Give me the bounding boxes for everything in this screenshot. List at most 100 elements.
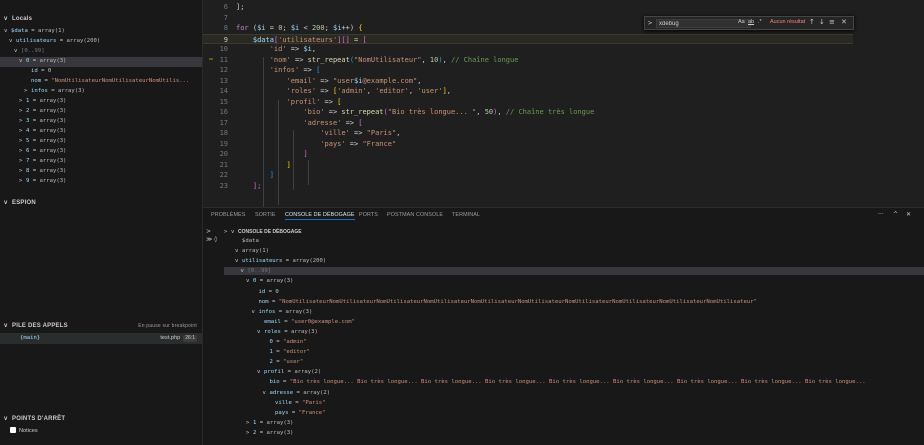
chevron-right-icon[interactable]: > xyxy=(19,147,26,157)
chevron-right-icon[interactable]: > xyxy=(648,19,652,27)
locals-section-header[interactable]: v Locals xyxy=(0,14,202,25)
variable-row[interactable]: > infos = array(3) xyxy=(0,87,202,97)
find-input[interactable] xyxy=(656,19,751,28)
line-number[interactable]: 10 xyxy=(203,44,236,54)
console-row[interactable]: bio = "Bio très longue... Bio très longu… xyxy=(224,378,924,386)
variable-row[interactable]: >9 = array(3) xyxy=(0,177,202,187)
console-row[interactable]: v infos = array(3) xyxy=(224,308,924,316)
maximize-panel-icon[interactable]: ^ xyxy=(893,211,898,218)
code-line[interactable]: 6]; xyxy=(203,2,853,12)
callstack-frame[interactable]: {main} test.php 26:1 xyxy=(0,333,202,344)
chevron-right-icon[interactable]: > xyxy=(19,137,26,147)
console-row[interactable]: v0 = array(3) xyxy=(224,277,924,285)
chevron-down-icon[interactable]: v xyxy=(263,389,270,397)
breakpoints-section-header[interactable]: v POINTS D'ARRÊT xyxy=(0,414,202,425)
variable-row[interactable]: >3 = array(3) xyxy=(0,117,202,127)
chevron-down-icon[interactable]: v xyxy=(9,37,16,47)
code-line[interactable]: 9 $data['utilisateurs'][] = [ xyxy=(203,33,853,45)
code-line[interactable]: 21 ] xyxy=(203,160,853,170)
breakpoint-item[interactable]: Notices xyxy=(0,426,202,437)
line-number[interactable]: 22 xyxy=(203,170,236,180)
code-line[interactable]: 16 'bio' => str_repeat("Bio très longue.… xyxy=(203,107,853,117)
chevron-down-icon[interactable]: v xyxy=(14,47,21,57)
tab-problems[interactable]: PROBLÈMES xyxy=(211,212,245,218)
console-row[interactable]: v roles = array(3) xyxy=(224,328,924,336)
variable-row[interactable]: >7 = array(3) xyxy=(0,157,202,167)
console-row[interactable]: v array(1) xyxy=(224,247,924,255)
variable-row[interactable]: v utilisateurs = array(200) xyxy=(0,37,202,47)
code-line[interactable]: 22 ] xyxy=(203,170,853,180)
console-row[interactable]: 0 = "admin" xyxy=(224,338,924,346)
chevron-down-icon[interactable]: v xyxy=(257,328,264,336)
code-line[interactable]: 23 ]; xyxy=(203,181,853,191)
line-number[interactable]: 8 xyxy=(203,23,236,33)
chevron-right-icon[interactable]: > xyxy=(19,177,26,187)
checkbox-icon[interactable] xyxy=(10,427,16,433)
line-number[interactable]: 20 xyxy=(203,149,236,159)
more-actions-icon[interactable]: ··· xyxy=(878,211,884,218)
chevron-right-icon[interactable]: > xyxy=(246,429,253,437)
code-line[interactable]: 18 'ville' => "Paris", xyxy=(203,128,853,138)
chevron-right-icon[interactable]: > xyxy=(246,419,253,427)
variable-row[interactable]: id = 0 xyxy=(0,67,202,77)
console-row[interactable]: v profil = array(2) xyxy=(224,368,924,376)
variable-row[interactable]: >5 = array(3) xyxy=(0,137,202,147)
console-row[interactable]: id = 0 xyxy=(224,288,924,296)
console-row[interactable]: 1 = "editor" xyxy=(224,348,924,356)
code-line[interactable]: 13 'email' => "user$i@example.com", xyxy=(203,76,853,86)
code-line[interactable]: 15 'profil' => [ xyxy=(203,97,853,107)
console-row[interactable]: v [0..99] xyxy=(224,267,924,276)
line-number[interactable]: 17 xyxy=(203,118,236,128)
console-row[interactable]: ville = "Paris" xyxy=(224,399,924,407)
line-number[interactable]: 15 xyxy=(203,97,236,107)
console-row[interactable]: 2 = "user" xyxy=(224,358,924,366)
line-number[interactable]: 12 xyxy=(203,65,236,75)
chevron-down-icon[interactable]: v xyxy=(252,308,259,316)
chevron-down-icon[interactable]: v xyxy=(246,277,253,285)
chevron-right-icon[interactable]: > xyxy=(19,167,26,177)
line-number[interactable]: 11 xyxy=(203,55,236,65)
console-row[interactable]: $data xyxy=(224,237,924,245)
tab-terminal[interactable]: TERMINAL xyxy=(452,212,480,218)
code-line[interactable]: 14 'roles' => ['admin', 'editor', 'user'… xyxy=(203,86,853,96)
code-line[interactable]: 12 'infos' => [ xyxy=(203,65,853,75)
callstack-section-header[interactable]: v PILE DES APPELS En pause sur breakpoint xyxy=(0,321,202,332)
chevron-right-icon[interactable]: > xyxy=(19,107,26,117)
chevron-down-icon[interactable]: v xyxy=(235,257,242,265)
variable-row[interactable]: >2 = array(3) xyxy=(0,107,202,117)
close-icon[interactable]: ✕ xyxy=(841,18,847,26)
code-editor[interactable]: 6]; 7 8 for ($i = 0; $i < 200; $i++) {9 $da… xyxy=(203,0,924,207)
previous-match-icon[interactable]: ↑ xyxy=(809,18,815,26)
console-row[interactable]: >2 = array(3) xyxy=(224,429,924,437)
variable-row[interactable]: v [0..99] xyxy=(0,47,202,57)
line-number[interactable]: 9 xyxy=(203,35,236,45)
watch-section-header[interactable]: v ESPION xyxy=(0,198,202,209)
match-case-toggle[interactable]: Aa xyxy=(738,19,745,25)
chevron-down-icon[interactable]: v xyxy=(241,267,248,275)
chevron-down-icon[interactable]: v xyxy=(4,27,11,37)
next-match-icon[interactable]: ↓ xyxy=(819,18,825,26)
line-number[interactable]: 13 xyxy=(203,76,236,86)
find-menu-icon[interactable]: ≡ xyxy=(829,18,835,26)
variable-row[interactable]: >8 = array(3) xyxy=(0,167,202,177)
tab-output[interactable]: SORTIE xyxy=(255,212,276,218)
whole-word-toggle[interactable]: ab xyxy=(748,19,754,25)
tab-debug-console[interactable]: CONSOLE DE DÉBOGAGE xyxy=(285,212,355,220)
chevron-right-icon[interactable]: > xyxy=(19,127,26,137)
variable-row[interactable]: >1 = array(3) xyxy=(0,97,202,107)
close-panel-icon[interactable]: ✕ xyxy=(906,211,911,218)
code-line[interactable]: 17 'adresse' => [ xyxy=(203,118,853,128)
console-row[interactable]: v adresse = array(2) xyxy=(224,389,924,397)
variable-row[interactable]: nom = "NomUtilisateurNomUtilisateurNomUt… xyxy=(0,77,202,87)
variable-row[interactable]: v $data = array(1) xyxy=(0,27,202,37)
chevron-down-icon[interactable]: v xyxy=(235,247,242,255)
line-number[interactable]: 6 xyxy=(203,2,236,12)
console-row[interactable]: email = "user0@example.com" xyxy=(224,318,924,326)
line-number[interactable]: 14 xyxy=(203,86,236,96)
line-number[interactable]: 18 xyxy=(203,128,236,138)
chevron-down-icon[interactable]: v xyxy=(257,368,264,376)
tab-ports[interactable]: PORTS xyxy=(359,212,378,218)
console-row[interactable]: pays = "France" xyxy=(224,409,924,417)
variable-row[interactable]: v0 = array(3) xyxy=(0,57,202,67)
chevron-right-icon[interactable]: > xyxy=(19,117,26,127)
